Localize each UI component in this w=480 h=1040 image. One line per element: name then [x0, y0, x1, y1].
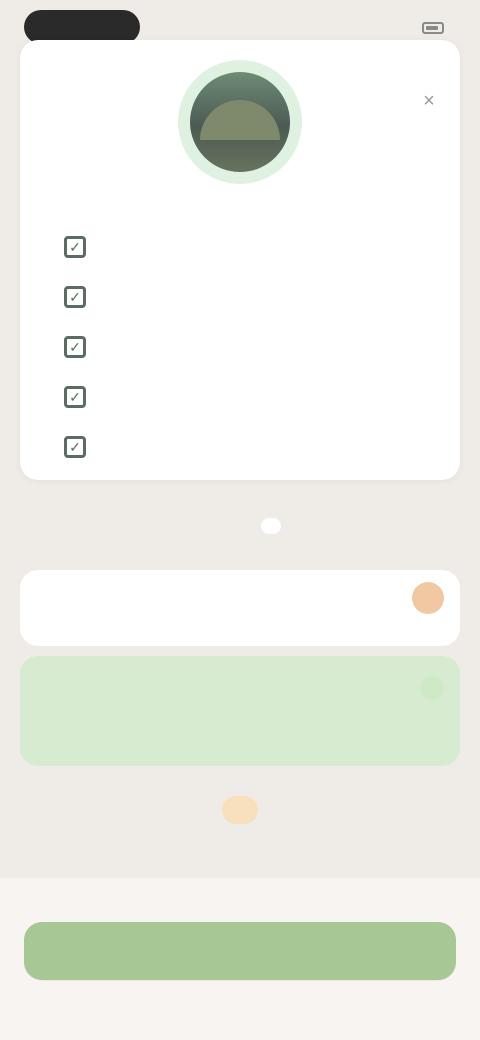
promo-badge — [222, 796, 258, 824]
battery-icon — [422, 22, 444, 34]
feature-item: ✓ — [64, 372, 424, 422]
billing-option[interactable] — [199, 518, 219, 534]
status-pill — [24, 10, 140, 44]
feature-item: ✓ — [64, 322, 424, 372]
continue-button[interactable] — [24, 922, 456, 980]
billing-toggle — [0, 506, 480, 546]
check-icon: ✓ — [64, 436, 86, 458]
check-icon: ✓ — [64, 286, 86, 308]
feature-item: ✓ — [64, 222, 424, 272]
check-icon: ✓ — [64, 236, 86, 258]
avatar — [190, 72, 290, 172]
feature-item: ✓ — [64, 422, 424, 472]
check-icon: ✓ — [64, 386, 86, 408]
promo — [0, 796, 480, 824]
save-badge — [412, 582, 444, 614]
feature-list: ✓ ✓ ✓ ✓ ✓ — [64, 222, 424, 472]
plan-option-year[interactable] — [20, 656, 460, 766]
check-icon: ✓ — [64, 336, 86, 358]
status-indicators — [416, 18, 444, 38]
plan-option-month[interactable] — [20, 570, 460, 646]
close-icon[interactable]: × — [416, 88, 442, 114]
best-badge — [420, 676, 444, 700]
avatar-ring — [178, 60, 302, 184]
feature-item: ✓ — [64, 272, 424, 322]
billing-option[interactable] — [261, 518, 281, 534]
paywall-card: × ✓ ✓ ✓ ✓ ✓ — [20, 40, 460, 480]
